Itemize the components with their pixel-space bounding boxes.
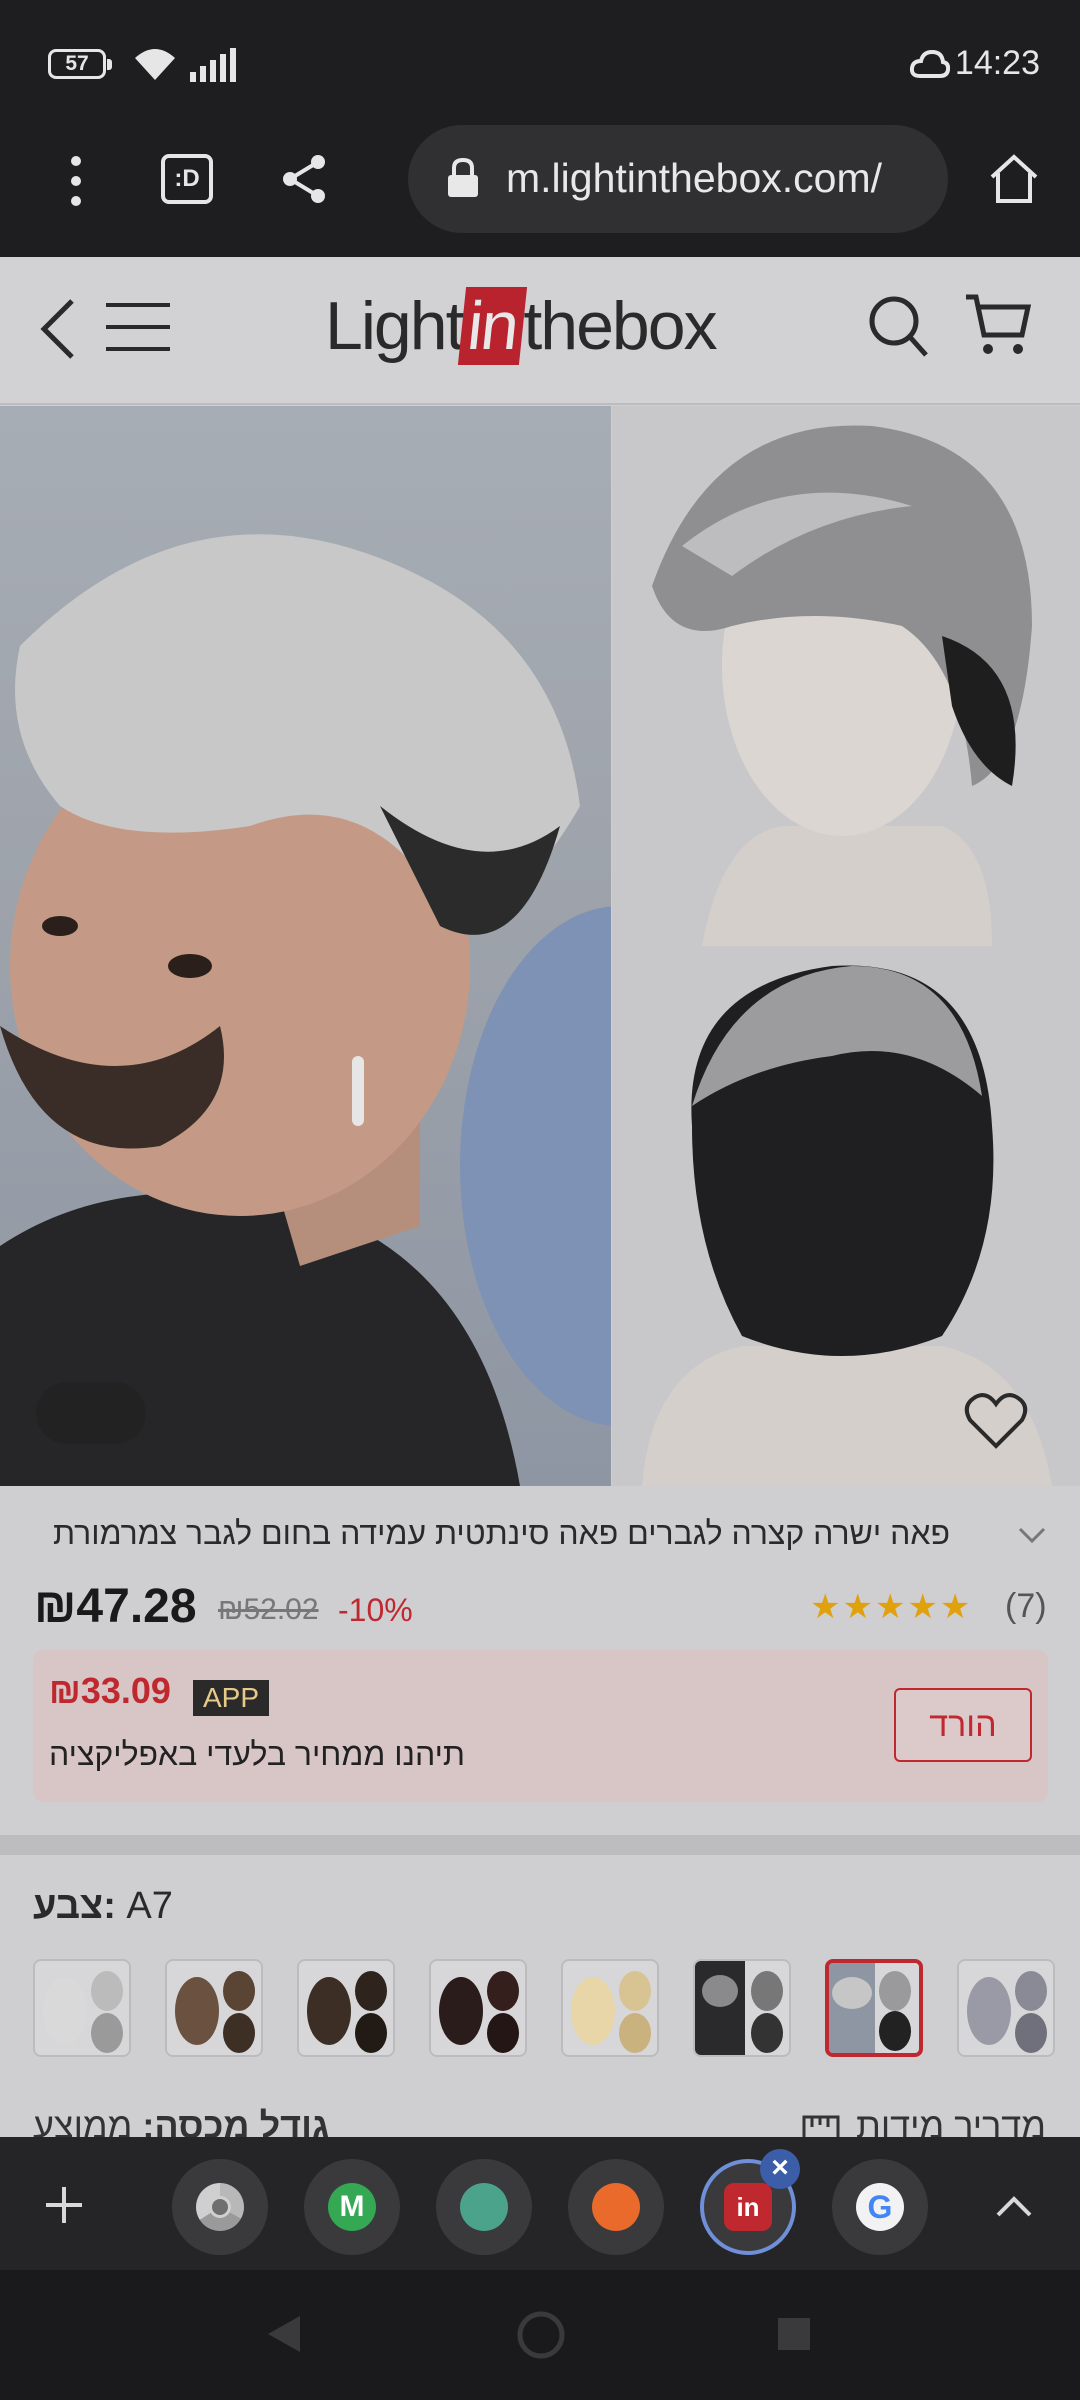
orange-app-icon bbox=[592, 2183, 640, 2231]
app-promo-banner: ₪33.09 APP תיהנו ממחיר בלעדי באפליקציה ה… bbox=[33, 1650, 1048, 1802]
color-swatch[interactable] bbox=[165, 1959, 263, 2057]
product-image-back[interactable] bbox=[612, 946, 1080, 1486]
address-bar[interactable]: m.lightinthebox.com/ bbox=[408, 125, 948, 233]
nav-back-icon[interactable] bbox=[266, 2314, 302, 2354]
share-icon[interactable] bbox=[280, 153, 328, 205]
dock-app-m[interactable]: M bbox=[304, 2159, 400, 2255]
url-text: m.lightinthebox.com/ bbox=[506, 155, 883, 201]
color-swatch[interactable] bbox=[693, 1959, 791, 2057]
mannequin-front-photo bbox=[652, 425, 1032, 946]
product-price: ₪47.28 bbox=[34, 1580, 197, 1633]
cap-size-label: גודל מכסה: bbox=[142, 2105, 330, 2137]
messages-icon bbox=[460, 2183, 508, 2231]
dock-app-chrome[interactable] bbox=[172, 2159, 268, 2255]
product-image-front[interactable] bbox=[612, 406, 1080, 946]
product-gallery[interactable]: 1/11 bbox=[0, 406, 1080, 1486]
menu-icon[interactable] bbox=[106, 301, 170, 353]
ruler-icon bbox=[802, 2115, 840, 2137]
system-nav-bar bbox=[0, 2270, 1080, 2400]
cart-icon[interactable] bbox=[964, 291, 1032, 359]
signal-icon bbox=[190, 48, 236, 82]
color-swatch[interactable] bbox=[957, 1959, 1055, 2057]
clock: 14:23 bbox=[954, 44, 1040, 82]
search-icon[interactable] bbox=[866, 293, 930, 359]
review-count[interactable]: (7) bbox=[1005, 1587, 1047, 1626]
dock-app-google[interactable]: G bbox=[832, 2159, 928, 2255]
cap-size-value: ממוצע bbox=[33, 2105, 133, 2137]
color-swatch-selected[interactable] bbox=[825, 1959, 923, 2057]
more-vert-icon[interactable] bbox=[64, 153, 88, 209]
back-icon[interactable] bbox=[38, 297, 76, 361]
color-swatch[interactable] bbox=[561, 1959, 659, 2057]
status-bar: 57 14:23 bbox=[0, 0, 1080, 125]
app-badge: APP bbox=[193, 1680, 270, 1716]
chevron-up-icon[interactable] bbox=[996, 2193, 1032, 2217]
cloud-icon bbox=[910, 50, 950, 78]
lightinthebox-icon: in bbox=[724, 2183, 772, 2231]
google-icon: G bbox=[856, 2183, 904, 2231]
site-header: Lightinthebox bbox=[0, 257, 1080, 405]
rating-stars[interactable]: ★★★★★ bbox=[810, 1587, 972, 1627]
size-guide-link[interactable]: מדריך מידות bbox=[802, 2105, 1046, 2137]
app-dock: M in × G bbox=[0, 2137, 1080, 2270]
site-logo[interactable]: Lightinthebox bbox=[325, 287, 718, 377]
home-icon[interactable] bbox=[988, 153, 1040, 205]
model-photo bbox=[0, 534, 611, 1486]
product-title: פאה ישרה קצרה לגברים פאה סינתטית עמידה ב… bbox=[53, 1515, 950, 1551]
color-value: A7 bbox=[126, 1885, 173, 1927]
color-swatch[interactable] bbox=[297, 1959, 395, 2057]
close-app-icon[interactable]: × bbox=[760, 2149, 800, 2189]
logo-text-light: Light bbox=[325, 288, 464, 364]
section-divider bbox=[0, 1835, 1080, 1855]
discount-badge: -10% bbox=[338, 1592, 413, 1628]
nav-recents-icon[interactable] bbox=[776, 2316, 812, 2352]
favorite-heart-icon[interactable] bbox=[964, 1392, 1028, 1450]
dock-app-messages[interactable] bbox=[436, 2159, 532, 2255]
color-label: צבע: bbox=[33, 1885, 116, 1927]
product-image-main[interactable] bbox=[0, 406, 611, 1486]
color-selector-label: צבע: A7 bbox=[33, 1885, 173, 1928]
size-guide-label: מדריך מידות bbox=[855, 2105, 1046, 2137]
color-swatch[interactable] bbox=[429, 1959, 527, 2057]
wifi-icon bbox=[135, 49, 175, 80]
download-app-button[interactable]: הורד bbox=[894, 1688, 1032, 1762]
web-page: Lightinthebox 1/11 פאה ישרה קצרה לגברים … bbox=[0, 257, 1080, 2137]
original-price: ₪52.02 bbox=[218, 1593, 319, 1626]
dock-app-orange[interactable] bbox=[568, 2159, 664, 2255]
lock-icon bbox=[448, 157, 478, 197]
logo-text-in: in bbox=[458, 287, 528, 365]
expand-title-chevron-icon[interactable] bbox=[1018, 1527, 1046, 1545]
color-swatch[interactable] bbox=[33, 1959, 131, 2057]
app-price: ₪33.09 bbox=[49, 1670, 171, 1711]
cap-size-row: גודל מכסה: ממוצע bbox=[33, 2105, 329, 2137]
add-icon[interactable] bbox=[44, 2185, 84, 2225]
m-app-icon: M bbox=[328, 2183, 376, 2231]
nav-home-icon[interactable] bbox=[516, 2310, 566, 2360]
battery-indicator: 57 bbox=[48, 49, 112, 79]
chrome-icon-center bbox=[209, 2196, 231, 2218]
image-counter: 1/11 bbox=[36, 1382, 146, 1444]
browser-toolbar: :D m.lightinthebox.com/ bbox=[0, 125, 1080, 257]
desktop-mode-icon[interactable]: :D bbox=[161, 154, 213, 204]
app-promo-text: תיהנו ממחיר בלעדי באפליקציה bbox=[49, 1736, 466, 1772]
logo-text-thebox: thebox bbox=[523, 288, 717, 364]
